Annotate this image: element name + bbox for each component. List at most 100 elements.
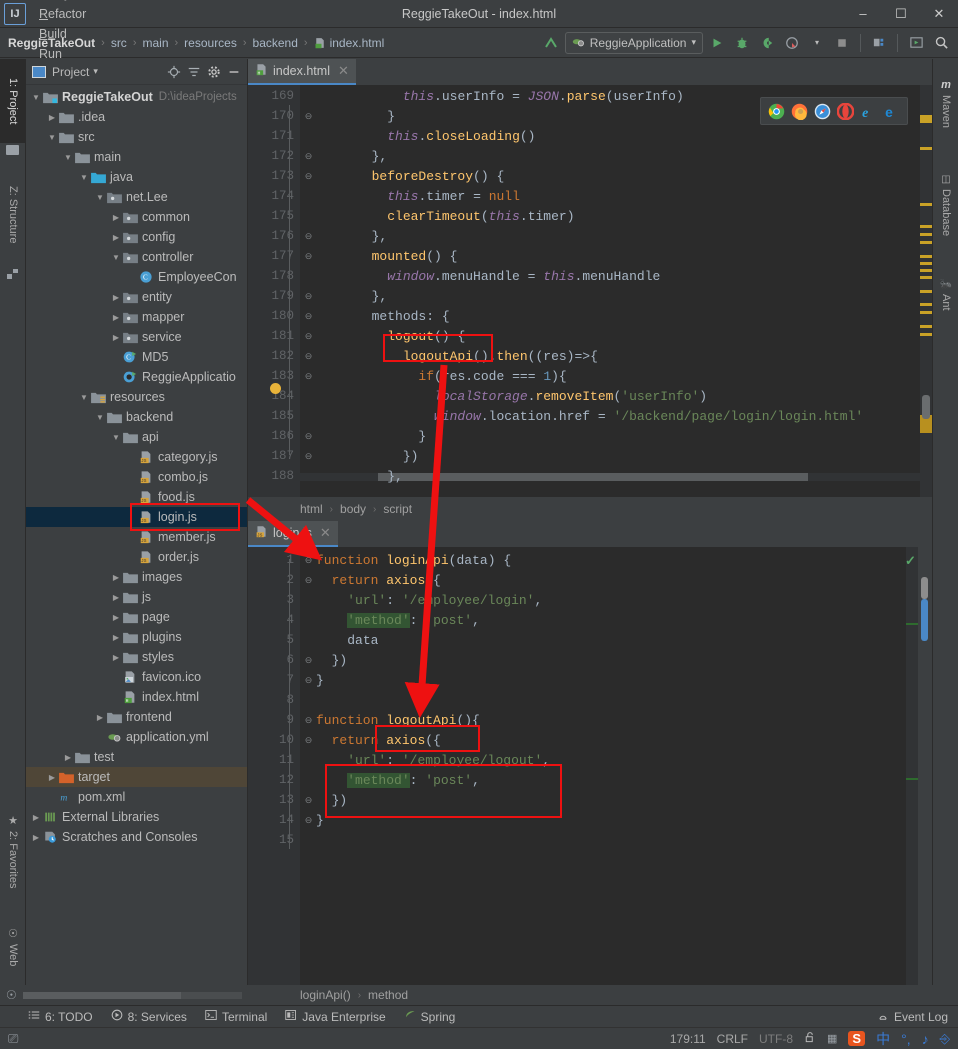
warning-marker[interactable] <box>920 290 932 293</box>
chevron-down-icon[interactable]: ▼ <box>46 133 58 142</box>
chevron-right-icon[interactable]: ▶ <box>110 633 122 642</box>
sidebar-item-structure[interactable]: Z: Structure <box>0 167 26 263</box>
code-line[interactable]: window.location.href = '/backend/page/lo… <box>356 409 863 424</box>
tree-node-frontend[interactable]: ▶ frontend <box>26 707 247 727</box>
ime-keyboard-icon[interactable]: ⎆ <box>940 1031 950 1047</box>
code-line[interactable]: }, <box>356 469 403 484</box>
stop-button[interactable] <box>831 32 853 54</box>
chevron-down-icon[interactable]: ▼ <box>110 253 122 262</box>
code-line[interactable]: }, <box>356 289 388 304</box>
tree-node-combo-js[interactable]: JS combo.js <box>26 467 247 487</box>
chevron-right-icon[interactable]: ▶ <box>110 233 122 242</box>
warning-marker[interactable] <box>920 241 932 244</box>
tree-node-images[interactable]: ▶ images <box>26 567 247 587</box>
tree-node-styles[interactable]: ▶ styles <box>26 647 247 667</box>
code-line[interactable]: }, <box>356 229 388 244</box>
code-line[interactable]: this.timer = null <box>356 189 520 204</box>
tree-node-external-libraries[interactable]: ▶ External Libraries <box>26 807 247 827</box>
tree-node-employeecon[interactable]: C EmployeeCon <box>26 267 247 287</box>
breadcrumb-item-index-html[interactable]: index.html <box>314 36 384 50</box>
top-editor-breadcrumbs[interactable]: html › body › script <box>248 497 932 521</box>
warning-marker[interactable] <box>920 233 932 236</box>
chevron-right-icon[interactable]: ▶ <box>62 753 74 762</box>
chevron-right-icon[interactable]: ▶ <box>110 293 122 302</box>
code-line[interactable]: } <box>356 429 426 444</box>
tree-node-service[interactable]: ▶ service <box>26 327 247 347</box>
project-tree[interactable]: ▼ ReggieTakeOut D:\ideaProjects ▶ .idea ▼ src ▼… <box>26 85 247 985</box>
ime-sound-icon[interactable]: ♪ <box>922 1031 929 1047</box>
tree-node--idea[interactable]: ▶ .idea <box>26 107 247 127</box>
tree-node-md5[interactable]: C MD5 <box>26 347 247 367</box>
tree-node-mapper[interactable]: ▶ mapper <box>26 307 247 327</box>
profiler-button[interactable] <box>781 32 803 54</box>
tool-button-8--services[interactable]: 8: Services <box>111 1009 187 1024</box>
intention-bulb-icon[interactable] <box>270 383 281 394</box>
horizontal-scrollbar-track[interactable] <box>22 991 242 999</box>
breadcrumb-item[interactable]: loginApi() <box>300 988 351 1002</box>
close-icon[interactable]: ✕ <box>338 63 349 79</box>
chevron-down-icon[interactable]: ▼ <box>62 153 74 162</box>
tree-node-java[interactable]: ▼ java <box>26 167 247 187</box>
read-only-lock-icon[interactable] <box>804 1031 816 1047</box>
chevron-right-icon[interactable]: ▶ <box>110 593 122 602</box>
code-line[interactable]: this.userInfo = JSON.parse(userInfo) <box>356 89 684 104</box>
tree-node-food-js[interactable]: JS food.js <box>26 487 247 507</box>
snipaste-icon[interactable]: S <box>848 1031 866 1046</box>
breadcrumb-item[interactable]: html <box>300 502 323 516</box>
edge-browser-icon[interactable]: e <box>883 103 900 120</box>
chevron-right-icon[interactable]: ▶ <box>110 333 122 342</box>
warning-marker[interactable] <box>920 333 932 336</box>
chevron-right-icon[interactable]: ▶ <box>46 773 58 782</box>
bottom-editor-code[interactable]: function loginApi(data) { return axios({… <box>300 547 906 985</box>
tree-node-main[interactable]: ▼ main <box>26 147 247 167</box>
scrollbar-thumb[interactable] <box>921 599 928 641</box>
code-line[interactable]: if(res.code === 1){ <box>356 369 566 384</box>
tree-node-backend[interactable]: ▼ backend <box>26 407 247 427</box>
chrome-browser-icon[interactable] <box>768 103 785 120</box>
code-line[interactable]: 'method': 'post', <box>316 613 480 628</box>
preview-button[interactable] <box>905 32 927 54</box>
tree-node-index-html[interactable]: Hindex.html <box>26 687 247 707</box>
breadcrumb-item[interactable]: method <box>368 988 408 1002</box>
memory-indicator-icon[interactable]: ⎚ <box>8 1031 18 1047</box>
code-line[interactable]: window.menuHandle = this.menuHandle <box>356 269 660 284</box>
ime-chinese-icon[interactable]: 中 <box>876 1029 890 1049</box>
bottom-editor-marker-bar[interactable]: ✓ <box>905 547 918 985</box>
tree-node-application-yml[interactable]: application.yml <box>26 727 247 747</box>
code-line[interactable]: localStorage.removeItem('userInfo') <box>356 389 707 404</box>
tree-node-target[interactable]: ▶ target <box>26 767 247 787</box>
code-line[interactable]: logoutApi().then((res)=>{ <box>356 349 598 364</box>
tree-node-config[interactable]: ▶ config <box>26 227 247 247</box>
warning-marker[interactable] <box>920 276 932 279</box>
code-line[interactable]: }) <box>356 449 419 464</box>
code-line[interactable]: logout() { <box>356 329 465 344</box>
ie-browser-icon[interactable]: e <box>860 103 877 120</box>
browser-launch-bar[interactable]: ee <box>760 97 908 125</box>
warning-marker[interactable] <box>920 262 932 265</box>
code-line[interactable]: 'method': 'post', <box>316 773 480 788</box>
inspection-status-icon[interactable]: ✓ <box>905 553 916 569</box>
breadcrumb-item-backend[interactable]: backend <box>253 36 298 50</box>
ime-mode-icon[interactable]: ▦ <box>827 1032 837 1045</box>
menu-refactor[interactable]: Refactor <box>32 4 95 24</box>
warning-marker[interactable] <box>920 203 932 206</box>
tree-node-test[interactable]: ▶ test <box>26 747 247 767</box>
sidebar-item-web[interactable]: ☉ Web <box>0 915 26 979</box>
tree-node-reggietakeout[interactable]: ▼ ReggieTakeOut D:\ideaProjects <box>26 87 247 107</box>
code-line[interactable]: } <box>356 109 395 124</box>
update-project-icon[interactable] <box>540 32 562 54</box>
tool-button-terminal[interactable]: Terminal <box>205 1009 267 1024</box>
chevron-down-icon[interactable]: ▼ <box>110 433 122 442</box>
warning-marker[interactable] <box>920 325 932 328</box>
maximize-button[interactable]: ☐ <box>882 1 920 27</box>
code-line[interactable]: clearTimeout(this.timer) <box>356 209 574 224</box>
breadcrumb-item[interactable]: body <box>340 502 366 516</box>
menu-build[interactable]: Build <box>32 24 95 44</box>
sidebar-item-project[interactable]: 1: Project <box>0 59 26 143</box>
top-editor-gutter[interactable]: 169 170 ⊖ 171 172 ⊖ 173 ⊖ 174 175 176 ⊖ 177 ⊖ 178 179 ⊖ 1… <box>248 85 312 497</box>
tree-node-scratches-and-consoles[interactable]: ▶ Scratches and Consoles <box>26 827 247 847</box>
top-editor-marker-bar[interactable] <box>920 85 932 497</box>
chevron-down-icon[interactable]: ▾ <box>806 32 828 54</box>
minimize-button[interactable]: – <box>844 1 882 27</box>
chevron-down-icon[interactable]: ▼ <box>78 393 90 402</box>
